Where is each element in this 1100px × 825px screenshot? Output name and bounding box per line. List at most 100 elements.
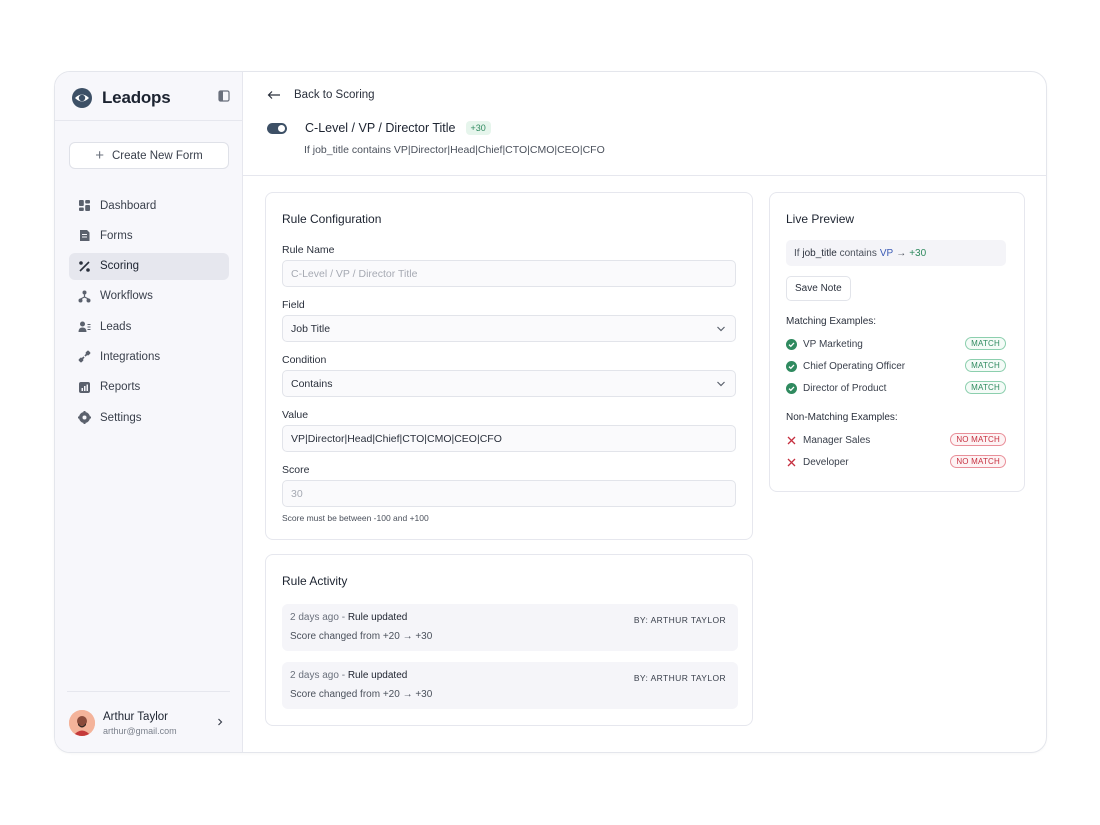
create-new-form-label: Create New Form [112, 149, 203, 162]
expr-operator: contains [839, 247, 877, 259]
header-divider [243, 175, 1046, 176]
user-email: arthur@gmail.com [103, 725, 177, 736]
activity-author: BY: ARTHUR TAYLOR [633, 615, 726, 625]
score-label: Score [282, 464, 310, 476]
activity-time-value: 2 days ago [290, 612, 339, 623]
arrow-left-icon [267, 91, 280, 99]
activity-item: 2 days ago - Rule updated BY: ARTHUR TAY… [282, 662, 738, 709]
main-content: Back to Scoring C-Level / VP / Director … [243, 72, 1046, 752]
matching-example: Director of Product MATCH [786, 380, 1006, 396]
chevron-down-icon [717, 381, 725, 387]
example-text: Manager Sales [803, 434, 871, 446]
sidebar-item-scoring[interactable]: Scoring [69, 252, 229, 280]
score-input[interactable]: 30 [282, 480, 736, 507]
card-title: Rule Configuration [282, 212, 382, 226]
match-badge: MATCH [965, 381, 1006, 394]
sidebar-divider [55, 120, 242, 121]
match-badge: MATCH [965, 337, 1006, 350]
field-label: Field [282, 299, 305, 311]
activity-action: Rule updated [347, 612, 408, 623]
sidebar-item-label: Dashboard [100, 199, 157, 212]
sidebar-item-label: Forms [100, 229, 133, 242]
expr-arrow: → [896, 247, 907, 259]
x-icon [787, 458, 796, 466]
rule-enabled-toggle[interactable] [267, 122, 287, 134]
matching-example: Chief Operating Officer MATCH [786, 358, 1006, 374]
match-badge: MATCH [965, 359, 1006, 372]
example-text: VP Marketing [803, 338, 863, 350]
activity-time-value: 2 days ago [290, 670, 339, 681]
activity-time: 2 days ago - Rule updated [290, 612, 408, 623]
create-new-form-button[interactable]: + Create New Form [69, 142, 229, 169]
brand-name: Leadops [102, 88, 171, 107]
matching-examples-label: Matching Examples: [786, 316, 877, 327]
example-text: Chief Operating Officer [803, 360, 906, 372]
condition-select[interactable]: Contains [282, 370, 736, 397]
no-match-badge: NO MATCH [950, 433, 1006, 446]
workflows-icon [78, 290, 91, 303]
sidebar-item-label: Workflows [100, 290, 153, 303]
activity-time: 2 days ago - Rule updated [290, 670, 408, 681]
non-matching-example: Developer NO MATCH [786, 454, 1006, 470]
sidebar-item-label: Scoring [100, 260, 139, 273]
check-circle-icon [786, 382, 797, 394]
check-circle-icon [786, 338, 797, 350]
sidebar-bottom-divider [67, 691, 230, 692]
rule-header: C-Level / VP / Director Title +30 [267, 121, 491, 135]
rule-title: C-Level / VP / Director Title [305, 121, 456, 135]
field-select-value: Job Title [291, 322, 331, 335]
sidebar-item-workflows[interactable]: Workflows [69, 283, 229, 310]
rule-name-input[interactable]: C-Level / VP / Director Title [282, 260, 736, 287]
avatar [69, 710, 95, 736]
x-icon [787, 436, 796, 444]
condition-label: Condition [282, 354, 327, 366]
example-text: Director of Product [803, 382, 887, 394]
activity-author: BY: ARTHUR TAYLOR [633, 673, 726, 683]
non-matching-example: Manager Sales NO MATCH [786, 432, 1006, 448]
leads-icon [78, 321, 91, 333]
preview-expression: If job_title contains VP → +30 [786, 240, 1006, 266]
sidebar-item-label: Leads [100, 320, 132, 333]
rule-configuration-card: Rule Configuration Rule Name C-Level / V… [265, 192, 753, 540]
user-name: Arthur Taylor [103, 710, 168, 723]
save-note-button[interactable]: Save Note [786, 276, 851, 301]
brand[interactable]: Leadops [71, 86, 171, 110]
activity-detail: Score changed from +20 → +30 [290, 631, 433, 642]
sidebar-item-label: Reports [100, 381, 141, 394]
avatar-illustration [69, 710, 95, 736]
sidebar: Leadops + Create New Form Dashboard Form… [55, 72, 243, 752]
dashboard-icon [79, 200, 90, 211]
chevron-down-icon [717, 326, 725, 332]
rule-score-badge: +30 [465, 121, 491, 135]
card-title: Live Preview [786, 212, 855, 226]
check-circle-icon [786, 360, 797, 372]
example-text: Developer [803, 456, 849, 468]
score-help-text: Score must be between -100 and +100 [282, 513, 429, 523]
card-title: Rule Activity [282, 574, 348, 588]
sidebar-item-reports[interactable]: Reports [69, 374, 229, 401]
sidebar-item-leads[interactable]: Leads [69, 313, 229, 340]
user-text: Arthur Taylor arthur@gmail.com [103, 711, 177, 736]
expr-field: job_title [802, 247, 837, 259]
matching-example: VP Marketing MATCH [786, 336, 1006, 352]
rule-activity-card: Rule Activity 2 days ago - Rule updated … [265, 554, 753, 726]
rule-name-label: Rule Name [282, 244, 335, 256]
expr-if: If [794, 247, 800, 259]
sidebar-collapse-icon[interactable] [218, 90, 230, 102]
sidebar-item-label: Settings [100, 411, 142, 424]
chevron-right-icon [218, 718, 223, 726]
sidebar-item-forms[interactable]: Forms [69, 222, 229, 249]
leadops-logo-icon [72, 88, 92, 108]
settings-icon [78, 411, 91, 425]
expr-score: +30 [909, 247, 927, 259]
back-to-scoring-link[interactable]: Back to Scoring [267, 86, 375, 104]
sidebar-item-settings[interactable]: Settings [69, 404, 229, 431]
user-profile[interactable]: Arthur Taylor arthur@gmail.com [69, 708, 229, 738]
plus-icon: + [95, 146, 104, 164]
reports-icon [79, 381, 90, 393]
value-input[interactable]: VP|Director|Head|Chief|CTO|CMO|CEO|CFO [282, 425, 736, 452]
field-select[interactable]: Job Title [282, 315, 736, 342]
sidebar-item-dashboard[interactable]: Dashboard [69, 192, 229, 219]
no-match-badge: NO MATCH [950, 455, 1006, 468]
sidebar-item-integrations[interactable]: Integrations [69, 343, 229, 370]
